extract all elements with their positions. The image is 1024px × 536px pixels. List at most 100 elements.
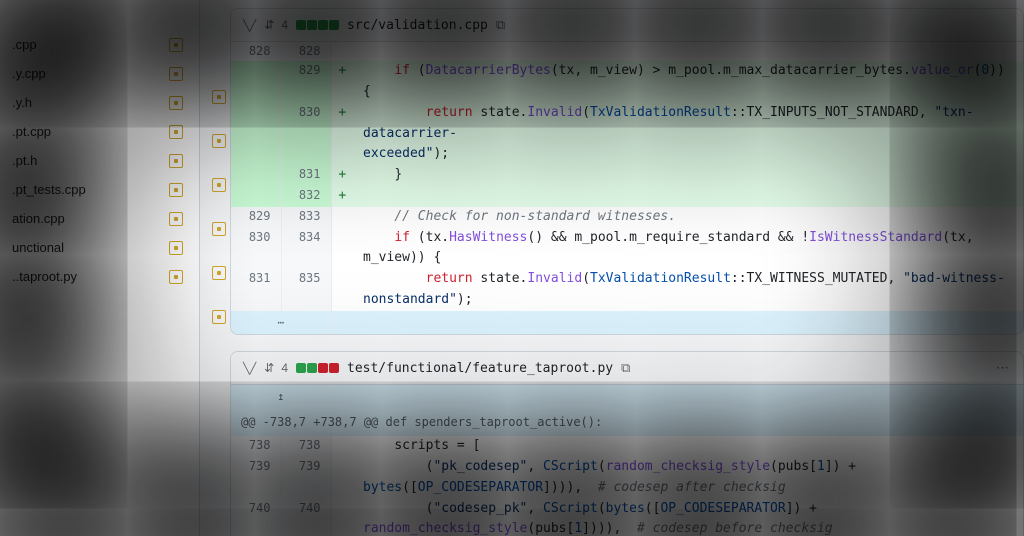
review-mark-icon[interactable] — [212, 222, 226, 236]
code-content: return state.Invalid(TxValidationResult:… — [353, 103, 1023, 145]
diff-table: 828828829+ if (DatacarrierBytes(tx, m_vi… — [231, 42, 1023, 334]
diff-code-line[interactable]: 829+ if (DatacarrierBytes(tx, m_view) > … — [231, 61, 1023, 103]
modified-icon — [169, 270, 183, 284]
file-tree-sidebar: .cpp .y.cpp.y.h .pt.cpp .pt.h .pt_tests.cppa… — [0, 0, 200, 536]
diff-code-line[interactable]: nonstandard"); — [231, 290, 1023, 311]
diff-file-header[interactable]: ╲╱ ⇵ 4 src/validation.cpp ⧉ — [231, 9, 1023, 42]
old-line-number: 739 — [231, 457, 281, 478]
diff-code-line[interactable]: 828828 — [231, 42, 1023, 61]
sidebar-file-item[interactable]: .cpp — [4, 30, 195, 59]
chevron-down-icon[interactable]: ╲╱ — [243, 362, 256, 375]
new-line-number: 835 — [281, 269, 331, 290]
expand-hunk-button[interactable]: ⋯ — [231, 311, 1023, 335]
expand-all-icon[interactable]: ⇵ — [264, 18, 273, 32]
copy-path-icon[interactable]: ⧉ — [621, 360, 630, 376]
new-line-number: 831 — [281, 165, 331, 186]
sidebar-file-item[interactable]: .pt.cpp — [4, 117, 195, 146]
sidebar-file-item[interactable]: ..taproot.py — [4, 262, 195, 291]
new-line-number: 832 — [281, 186, 331, 207]
review-mark-icon[interactable] — [212, 266, 226, 280]
diff-main-pane: ╲╱⇵4src/validation.cpp⧉828828829+ if (Da… — [200, 0, 1024, 536]
diff-code-line[interactable]: 831+ } — [231, 165, 1023, 186]
code-content: scripts = [ — [353, 436, 1023, 457]
sidebar-item-label: unctional — [12, 240, 64, 255]
diffstat-chips — [296, 20, 339, 30]
diff-code-line[interactable]: random_checksig_style(pubs[1]))), # code… — [231, 519, 1023, 536]
old-line-number: 830 — [231, 228, 281, 270]
old-line-number — [231, 103, 281, 145]
modified-icon — [169, 212, 183, 226]
new-line-number: 828 — [281, 42, 331, 61]
sidebar-file-item[interactable]: ation.cpp — [4, 204, 195, 233]
sidebar-item-label: .pt.h — [12, 153, 37, 168]
sidebar-item-label: .pt.cpp — [12, 124, 51, 139]
diff-table: ↥@@ -738,7 +738,7 @@ def spenders_taproo… — [231, 385, 1023, 536]
diff-file-block: ╲╱ ⇵ 4 test/functional/feature_taproot.py ⧉ ⋯… — [230, 351, 1024, 536]
sidebar-file-item[interactable]: .pt_tests.cpp — [4, 175, 195, 204]
new-line-number: 834 — [281, 228, 331, 270]
code-content — [353, 186, 1023, 207]
sidebar-file-item[interactable]: .y.cpp — [4, 59, 195, 88]
diff-file-header[interactable]: ╲╱ ⇵ 4 test/functional/feature_taproot.py ⧉ ⋯ — [231, 352, 1023, 385]
old-line-number: 828 — [231, 42, 281, 61]
modified-icon — [169, 125, 183, 139]
diff-code-line[interactable]: 831835 return state.Invalid(TxValidation… — [231, 269, 1023, 290]
diff-marker — [331, 228, 353, 270]
old-line-number — [231, 165, 281, 186]
diffstat-chips — [296, 363, 339, 373]
review-mark-icon[interactable] — [212, 134, 226, 148]
old-line-number: 829 — [231, 207, 281, 228]
diff-marker — [331, 42, 353, 61]
review-marks-gutter — [208, 8, 230, 536]
file-menu-icon[interactable]: ⋯ — [996, 360, 1011, 376]
diff-marker: + — [331, 186, 353, 207]
diff-code-line[interactable]: exceeded"); — [231, 144, 1023, 165]
code-content: ("codesep_pk", CScript(bytes([OP_CODESEP… — [353, 499, 1023, 520]
modified-icon — [169, 241, 183, 255]
new-line-number: 739 — [281, 457, 331, 478]
diff-code-line[interactable]: 830+ return state.Invalid(TxValidationRe… — [231, 103, 1023, 145]
diff-code-line[interactable]: bytes([OP_CODESEPARATOR]))), # codesep a… — [231, 478, 1023, 499]
diff-code-line[interactable]: 739739 ("pk_codesep", CScript(random_che… — [231, 457, 1023, 478]
code-content: return state.Invalid(TxValidationResult:… — [353, 269, 1023, 290]
change-count: 4 — [281, 361, 288, 375]
review-mark-icon[interactable] — [212, 90, 226, 104]
code-content — [353, 42, 1023, 61]
modified-icon — [169, 38, 183, 52]
code-content: } — [353, 165, 1023, 186]
diff-file-block: ╲╱⇵4src/validation.cpp⧉828828829+ if (Da… — [230, 8, 1024, 335]
old-line-number: 831 — [231, 269, 281, 290]
old-line-number: 740 — [231, 499, 281, 520]
code-content: if (tx.HasWitness() && m_pool.m_require_… — [353, 228, 1023, 270]
old-line-number — [231, 186, 281, 207]
diff-marker: + — [331, 165, 353, 186]
sidebar-file-item[interactable]: .y.h — [4, 88, 195, 117]
new-line-number: 738 — [281, 436, 331, 457]
chevron-down-icon[interactable]: ╲╱ — [243, 19, 256, 32]
expand-hunk-button[interactable]: ↥ — [231, 385, 1023, 409]
copy-path-icon[interactable]: ⧉ — [496, 17, 505, 33]
review-mark-icon[interactable] — [212, 178, 226, 192]
diff-marker — [331, 207, 353, 228]
diff-code-line[interactable]: 829833 // Check for non-standard witness… — [231, 207, 1023, 228]
modified-icon — [169, 67, 183, 81]
diff-marker: + — [331, 103, 353, 145]
diff-code-line[interactable]: 738738 scripts = [ — [231, 436, 1023, 457]
sidebar-item-label: .cpp — [12, 37, 37, 52]
code-content: if (DatacarrierBytes(tx, m_view) > m_poo… — [353, 61, 1023, 103]
change-count: 4 — [281, 18, 288, 32]
sidebar-file-item[interactable]: unctional — [4, 233, 195, 262]
file-path[interactable]: test/functional/feature_taproot.py — [347, 361, 613, 376]
review-mark-icon[interactable] — [212, 310, 226, 324]
sidebar-file-item[interactable]: .pt.h — [4, 146, 195, 175]
expand-all-icon[interactable]: ⇵ — [264, 361, 273, 375]
hunk-header[interactable]: @@ -738,7 +738,7 @@ def spenders_taproot… — [231, 409, 1023, 436]
diff-code-line[interactable]: 830834 if (tx.HasWitness() && m_pool.m_r… — [231, 228, 1023, 270]
file-path[interactable]: src/validation.cpp — [347, 18, 488, 33]
diff-code-line[interactable]: 832+ — [231, 186, 1023, 207]
diff-marker — [331, 499, 353, 520]
diff-marker — [331, 436, 353, 457]
diff-code-line[interactable]: 740740 ("codesep_pk", CScript(bytes([OP_… — [231, 499, 1023, 520]
diff-marker — [331, 269, 353, 290]
code-content: ("pk_codesep", CScript(random_checksig_s… — [353, 457, 1023, 478]
